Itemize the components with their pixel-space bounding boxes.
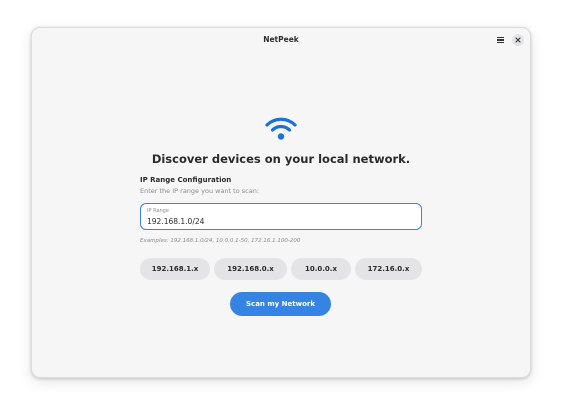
preset-button-192-168-0[interactable]: 192.168.0.x (214, 258, 287, 280)
section-subtitle: Enter the IP range you want to scan: (140, 187, 260, 195)
scan-network-button[interactable]: Scan my Network (230, 292, 331, 316)
close-button[interactable] (512, 34, 524, 46)
examples-hint: Examples: 192.168.1.0/24, 10.0.0.1-50, 1… (140, 238, 301, 244)
close-icon (515, 37, 521, 43)
page-headline: Discover devices on your local network. (151, 152, 411, 166)
title-bar: NetPeek (32, 28, 530, 52)
section-title: IP Range Configuration (140, 176, 232, 184)
ip-range-value[interactable]: 192.168.1.0/24 (147, 217, 204, 226)
ip-range-label: IP Range (147, 208, 169, 214)
preset-button-192-168-1[interactable]: 192.168.1.x (140, 258, 210, 280)
preset-button-10-0-0[interactable]: 10.0.0.x (291, 258, 351, 280)
app-window: NetPeek Discover devices on your local n… (31, 27, 531, 378)
menu-button[interactable] (494, 34, 506, 46)
wifi-icon (265, 117, 297, 140)
preset-button-172-16-0[interactable]: 172.16.0.x (355, 258, 422, 280)
hamburger-menu-icon (496, 36, 504, 38)
window-title: NetPeek (263, 35, 299, 44)
ip-range-input[interactable]: IP Range 192.168.1.0/24 (140, 203, 422, 230)
